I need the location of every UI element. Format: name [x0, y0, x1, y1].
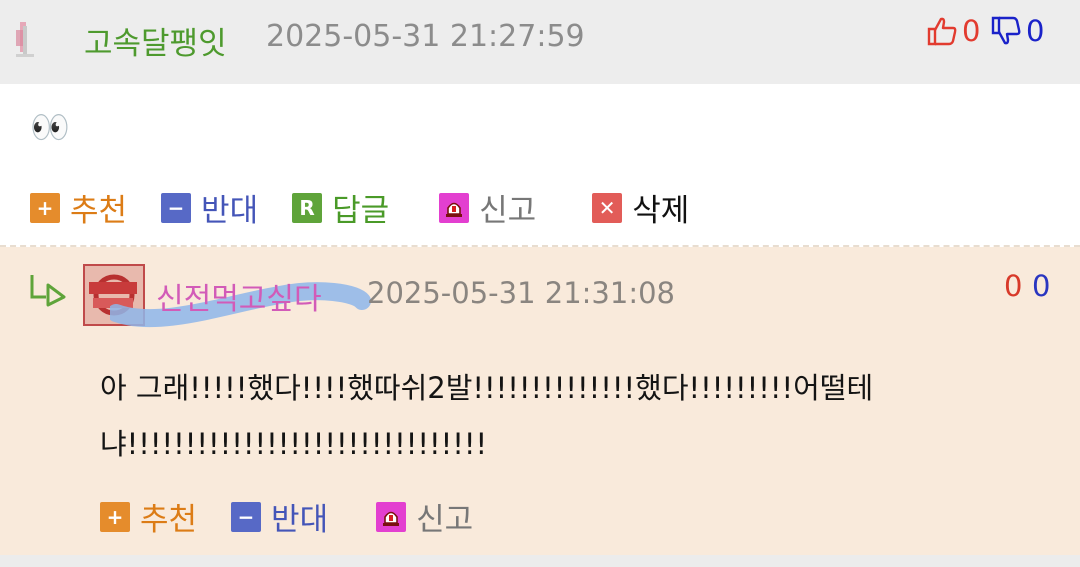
reply-content: 아 그래!!!!!했다!!!!했따쉬2발!!!!!!!!!!!!!!했다!!!!… [100, 360, 1000, 472]
oppose-button[interactable]: − 반대 [161, 185, 258, 230]
recommend-label: 추천 [140, 502, 198, 538]
oppose-label: 반대 [201, 193, 259, 229]
recommend-button[interactable]: + 추천 [30, 185, 127, 230]
report-button[interactable]: 신고 [439, 185, 536, 230]
delete-button[interactable]: ✕ 삭제 [592, 185, 689, 230]
author-avatar[interactable] [14, 20, 36, 62]
comment-thread: 고속달팽잇 2025-05-31 21:27:59 0 0 👀 + 추천 − 반… [0, 0, 1080, 567]
reply-r-icon: R [292, 192, 323, 223]
oppose-label: 반대 [271, 502, 329, 538]
reply-actions: + 추천 − 반대 신고 [100, 494, 507, 539]
like-count: 0 [962, 14, 981, 48]
comment-author[interactable]: 고속달팽잇 [84, 18, 227, 63]
plus-icon: + [100, 501, 130, 532]
minus-icon: − [161, 192, 192, 223]
thumbs-down-icon [991, 16, 1021, 45]
reply-like-count[interactable]: 0 [1004, 269, 1022, 303]
reply-dislike-count[interactable]: 0 [1032, 269, 1050, 303]
reply-content-line: 아 그래!!!!!했다!!!!했따쉬2발!!!!!!!!!!!!!!했다!!!!… [100, 371, 874, 405]
siren-icon [376, 501, 407, 532]
comment-timestamp: 2025-05-31 21:27:59 [266, 19, 585, 54]
reply-button[interactable]: R 답글 [292, 185, 389, 230]
comment-content: 👀 [30, 108, 70, 146]
reply-author[interactable]: 신전먹고싶다 [156, 274, 322, 318]
report-label: 신고 [416, 502, 474, 538]
delete-label: 삭제 [632, 193, 690, 229]
like-button[interactable]: 0 [926, 14, 980, 48]
comment-actions: + 추천 − 반대 R 답글 신고 ✕ 삭제 [30, 185, 723, 230]
reply-timestamp: 2025-05-31 21:31:08 [367, 276, 675, 310]
dislike-count: 0 [1026, 14, 1045, 48]
comment-body: 👀 + 추천 − 반대 R 답글 신고 ✕ 삭제 [0, 84, 1080, 246]
reply-label: 답글 [332, 193, 390, 229]
reply-comment: 신전먹고싶다 2025-05-31 21:31:08 0 0 아 그래!!!!!… [0, 247, 1080, 555]
footer-strip [0, 555, 1080, 567]
siren-icon [439, 192, 470, 223]
dislike-button[interactable]: 0 [990, 14, 1044, 48]
comment-header: 고속달팽잇 2025-05-31 21:27:59 0 0 [0, 0, 1080, 84]
thumbs-up-icon [927, 17, 957, 46]
reply-content-line: 냐!!!!!!!!!!!!!!!!!!!!!!!!!!!!!!! [100, 427, 488, 461]
reply-recommend-button[interactable]: + 추천 [100, 494, 197, 539]
reply-oppose-button[interactable]: − 반대 [231, 494, 328, 539]
recommend-label: 추천 [70, 193, 128, 229]
reply-report-button[interactable]: 신고 [376, 494, 473, 539]
reply-arrow-icon [30, 275, 66, 307]
close-icon: ✕ [592, 192, 623, 223]
report-label: 신고 [479, 193, 537, 229]
minus-icon: − [231, 501, 262, 532]
plus-icon: + [30, 192, 60, 223]
